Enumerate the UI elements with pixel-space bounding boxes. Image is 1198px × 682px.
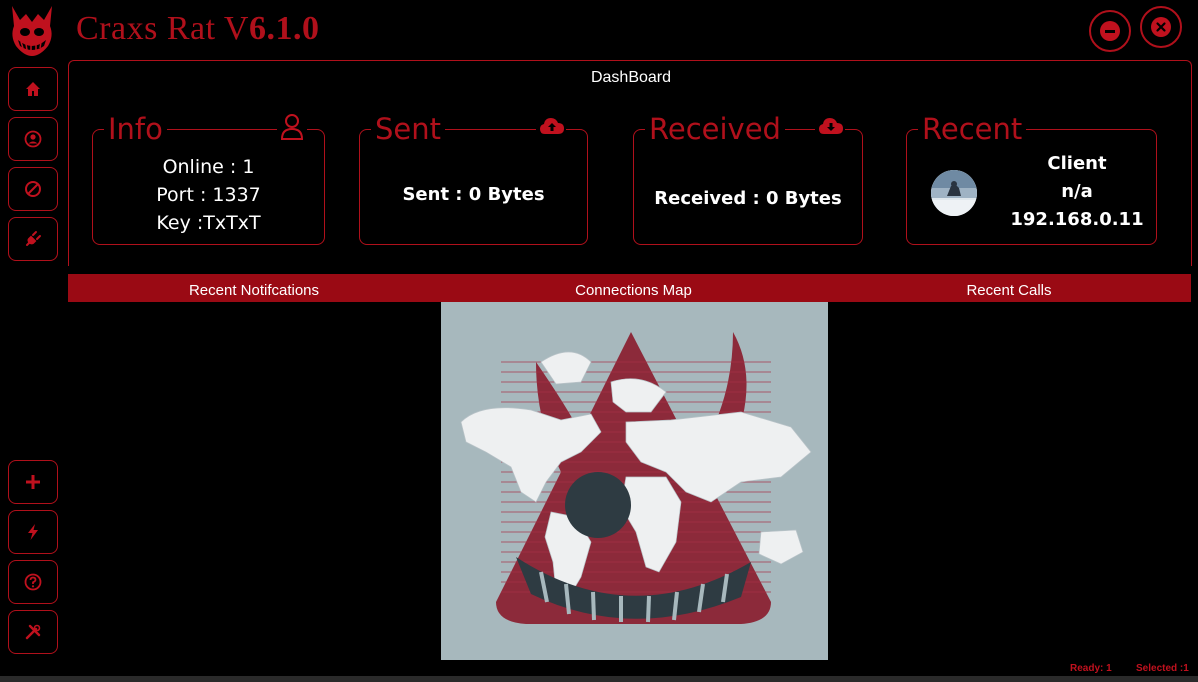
bolt-icon	[28, 524, 38, 540]
app-title-version: 6.1.0	[248, 10, 320, 47]
port-value: Port : 1337	[156, 184, 261, 206]
dashboard-title: DashBoard	[590, 69, 672, 86]
status-bar	[0, 676, 1198, 682]
cloud-upload-icon	[536, 116, 566, 140]
online-count: Online : 1	[162, 156, 255, 178]
client-label: Client	[1047, 153, 1107, 174]
close-icon	[1151, 17, 1171, 37]
block-icon	[25, 181, 41, 197]
minimize-icon	[1100, 21, 1120, 41]
sidebar-plug-button[interactable]	[8, 217, 58, 261]
info-card-line	[172, 129, 272, 130]
status-selected: Selected :1	[1136, 663, 1189, 674]
cloud-download-icon	[815, 116, 845, 140]
sidebar-builder-button[interactable]	[8, 510, 58, 554]
app-title: Craxs Rat V6.1.0	[76, 10, 319, 48]
close-button[interactable]	[1140, 6, 1182, 48]
minimize-button[interactable]	[1089, 10, 1131, 52]
status-ready: Ready: 1	[1070, 663, 1112, 674]
key-value: Key :TxTxT	[156, 212, 261, 234]
plus-icon	[26, 475, 40, 489]
tab-connections-map[interactable]: Connections Map	[440, 274, 827, 302]
sidebar-home-button[interactable]	[8, 67, 58, 111]
client-avatar[interactable]	[931, 170, 977, 216]
received-card-title: Received	[645, 112, 785, 146]
tools-icon	[25, 624, 41, 640]
app-title-main: Craxs Rat V	[76, 10, 249, 47]
info-card-title: Info	[104, 112, 167, 146]
sidebar-help-button[interactable]	[8, 560, 58, 604]
tab-recent-notifications[interactable]: Recent Notifcations	[68, 274, 440, 302]
recent-card-title: Recent	[918, 112, 1027, 146]
sidebar-tools-button[interactable]	[8, 610, 58, 654]
sidebar-block-button[interactable]	[8, 167, 58, 211]
received-bytes: Received : 0 Bytes	[654, 188, 842, 209]
received-card-line	[785, 129, 815, 130]
sent-card-title: Sent	[371, 112, 446, 146]
user-outline-icon	[277, 112, 307, 140]
user-icon	[24, 130, 42, 148]
client-ip: 192.168.0.11	[1010, 209, 1144, 230]
home-icon	[26, 82, 40, 96]
received-card	[633, 129, 863, 245]
app-logo-icon	[8, 2, 56, 58]
sent-bytes: Sent : 0 Bytes	[402, 184, 545, 205]
sidebar-users-button[interactable]	[8, 117, 58, 161]
client-name: n/a	[1061, 181, 1093, 202]
sidebar-add-button[interactable]	[8, 460, 58, 504]
plug-icon	[26, 231, 41, 246]
help-icon	[24, 573, 42, 591]
tab-recent-calls[interactable]: Recent Calls	[827, 274, 1191, 302]
sent-card-line	[445, 129, 535, 130]
info-card-body: Online : 1 Port : 1337 Key :TxTxT	[92, 153, 325, 237]
recent-client-info: Client n/a 192.168.0.11	[1002, 150, 1152, 234]
connections-map[interactable]	[441, 302, 828, 660]
